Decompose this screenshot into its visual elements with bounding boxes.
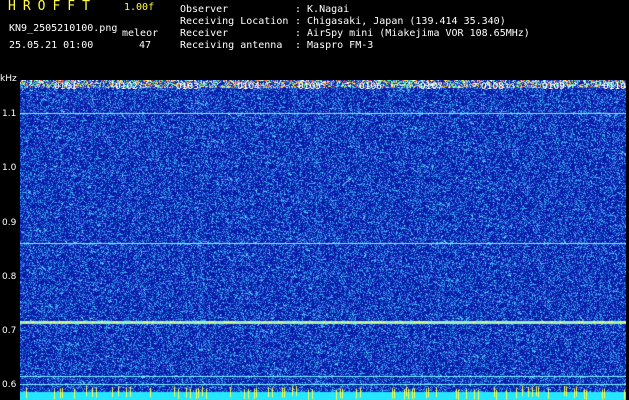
file-name: KN9_2505210100.png [9,23,118,34]
time-label: 0108 [481,82,504,92]
spectrogram-canvas[interactable] [20,80,626,400]
y-tick-label: 0.6 [2,380,17,391]
y-tick-label: 1.1 [2,109,17,120]
time-label: 0102 [115,82,138,92]
y-tick-label: 0.9 [2,217,17,228]
observer-label: Observer [180,4,229,15]
time-label: 0106 [359,82,382,92]
header-panel: HROFFT 1.00f KN9_2505210100.png meleor 2… [0,0,629,78]
version-label: 1.00f [124,2,155,13]
unit-label: kHz [0,74,17,84]
receiver-value: : AirSpy mini (Miakejima VOR 108.65MHz) [295,28,530,39]
time-label: 0103 [176,82,199,92]
location-value: : Chigasaki, Japan (139.414 35.340) [295,16,506,27]
time-label: 0101 [54,82,77,92]
observer-value: : K.Nagai [295,4,350,15]
receiver-label: Receiver [180,28,229,39]
time-label: 0110 [603,82,626,92]
app-title: HROFFT [8,0,97,14]
y-tick-label: 1.0 [2,163,17,174]
y-tick-label: 0.8 [2,271,17,282]
datetime-label: 25.05.21 01:00 [9,40,94,51]
time-label: 0105 [298,82,321,92]
frequency-axis [0,80,20,400]
time-label: 0107 [420,82,443,92]
count-label: 47 [139,40,152,51]
antenna-label: Receiving antenna [180,40,283,51]
time-label: 0109 [542,82,565,92]
time-label: 0104 [237,82,260,92]
location-label: Receiving Location [180,16,289,27]
y-tick-label: 0.7 [2,326,17,337]
mode-label: meleor [122,28,159,39]
antenna-value: : Maspro FM-3 [295,40,374,51]
